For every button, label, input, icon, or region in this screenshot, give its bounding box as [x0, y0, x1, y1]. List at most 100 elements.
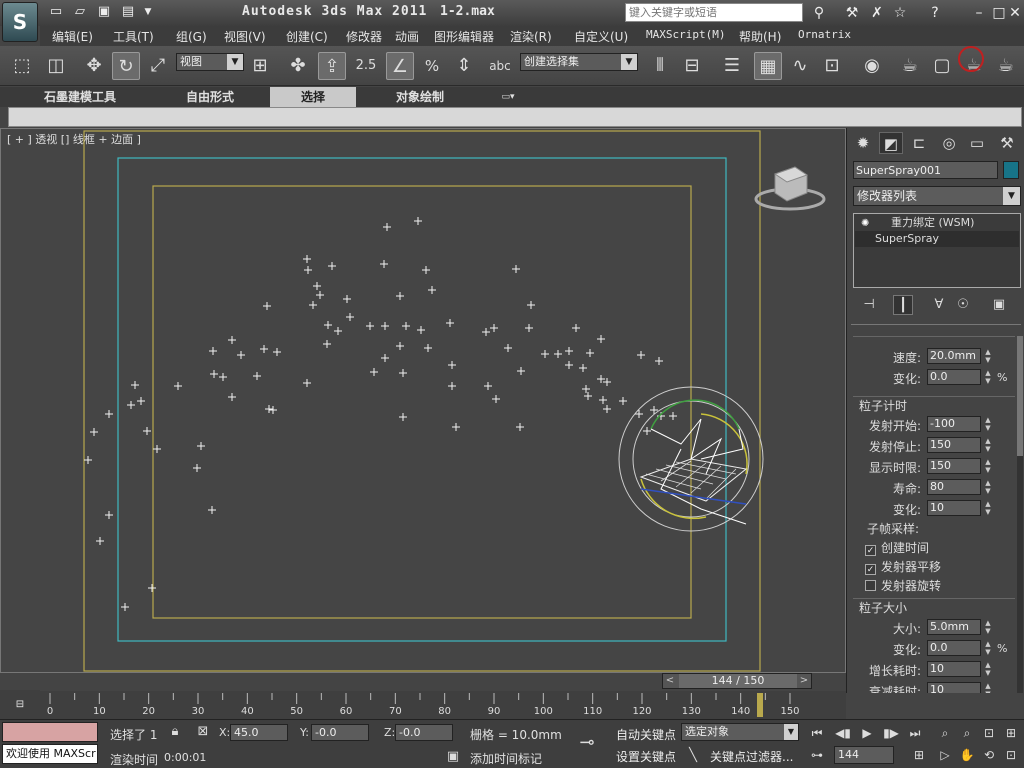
- motion-tab-icon[interactable]: ◎: [937, 132, 961, 154]
- object-name-field[interactable]: [853, 161, 998, 179]
- go-to-end-icon[interactable]: ⏭: [906, 724, 924, 742]
- spinner-arrows-icon[interactable]: ▲▼: [983, 661, 993, 677]
- minimize-icon[interactable]: –: [970, 4, 988, 22]
- maximize-viewport-icon[interactable]: ⊡: [1002, 746, 1020, 764]
- set-key-button[interactable]: 设置关键点: [616, 748, 676, 765]
- tab-selection[interactable]: 选择: [270, 87, 356, 107]
- spinner-arrows-icon[interactable]: ▲▼: [983, 500, 993, 516]
- life-field[interactable]: 80: [927, 479, 981, 495]
- maxscript-listener-output[interactable]: [2, 722, 98, 742]
- orbit-icon[interactable]: ⟲: [980, 746, 998, 764]
- layer-manager-icon[interactable]: ☰: [718, 52, 746, 80]
- current-frame-field[interactable]: 144: [834, 746, 894, 764]
- project-folder-icon[interactable]: ▤: [120, 5, 136, 19]
- menu-tools[interactable]: 工具(T): [113, 28, 154, 45]
- z-coordinate-field[interactable]: -0.0: [395, 724, 453, 741]
- favorites-star-icon[interactable]: ☆: [891, 4, 909, 22]
- utilities-tab-icon[interactable]: ⚒: [995, 132, 1019, 154]
- curve-editor-icon[interactable]: ∿: [786, 52, 814, 80]
- select-rotate-icon[interactable]: ↻: [112, 52, 140, 80]
- keyboard-shortcut-override-icon[interactable]: ⇪: [318, 52, 346, 80]
- render-setup-icon[interactable]: ☕: [896, 52, 924, 80]
- new-file-icon[interactable]: ▭: [48, 5, 64, 19]
- tab-graphite-modeling[interactable]: 石墨建模工具: [20, 87, 140, 107]
- absolute-mode-icon[interactable]: ⊠: [194, 723, 212, 741]
- ribbon-options-icon[interactable]: ▭▾: [496, 87, 520, 107]
- lock-selection-icon[interactable]: 🔒︎: [166, 723, 184, 741]
- menu-maxscript[interactable]: MAXScript(M): [646, 28, 725, 41]
- time-slider-value[interactable]: 144 / 150: [679, 674, 797, 688]
- stack-item-superspray[interactable]: SuperSpray: [855, 231, 1019, 247]
- menu-customize[interactable]: 自定义(U): [574, 28, 628, 45]
- save-file-icon[interactable]: ▣: [96, 5, 112, 19]
- configure-sets-icon[interactable]: ▣: [989, 295, 1009, 315]
- help-icon[interactable]: ?: [926, 4, 944, 22]
- binoculars-icon[interactable]: ⚲: [810, 4, 828, 22]
- life-variation-field[interactable]: 10: [927, 500, 981, 516]
- tab-object-paint[interactable]: 对象绘制: [370, 87, 470, 107]
- next-key-icon[interactable]: ▮▶: [882, 724, 900, 742]
- current-frame-marker[interactable]: [757, 693, 764, 717]
- size-field[interactable]: 5.0mm: [927, 619, 981, 635]
- y-coordinate-field[interactable]: -0.0: [311, 724, 369, 741]
- select-manipulate-icon[interactable]: ✤: [284, 52, 312, 80]
- pan-view-icon[interactable]: ✋: [958, 746, 976, 764]
- zoom-all-icon[interactable]: ⌕: [958, 724, 976, 742]
- previous-key-icon[interactable]: ◀▮: [834, 724, 852, 742]
- menu-rendering[interactable]: 渲染(R): [510, 28, 552, 45]
- select-object-icon[interactable]: ⬚: [8, 52, 36, 80]
- modify-tab-icon[interactable]: ◩: [879, 132, 903, 154]
- time-tag-icon[interactable]: ▣: [444, 748, 462, 766]
- spinner-arrows-icon[interactable]: ▲▼: [983, 619, 993, 635]
- maxscript-mini-listener[interactable]: 欢迎使用 MAXScr: [2, 744, 98, 764]
- spinner-arrows-icon[interactable]: ▲▼: [983, 458, 993, 474]
- named-selection-dropdown[interactable]: 创建选择集 ▼: [520, 53, 638, 71]
- particle-size-title[interactable]: 粒子大小: [859, 599, 907, 616]
- emit-start-field[interactable]: -100: [927, 416, 981, 432]
- close-icon[interactable]: ✕: [1006, 4, 1024, 22]
- creation-time-checkbox[interactable]: ✓ 创建时间: [865, 539, 929, 556]
- reference-coordinate-dropdown[interactable]: 视图 ▼: [176, 53, 244, 71]
- graphite-toggle-icon[interactable]: ▦: [754, 52, 782, 80]
- select-move-icon[interactable]: ✥: [80, 52, 108, 80]
- time-configuration-icon[interactable]: ⊞: [910, 746, 928, 764]
- mini-curve-editor-icon[interactable]: ⊟: [0, 690, 40, 720]
- play-icon[interactable]: ▶: [858, 724, 876, 742]
- lightbulb-icon[interactable]: ✺: [861, 216, 875, 232]
- command-panel-scrollbar[interactable]: [1017, 336, 1023, 693]
- field-of-view-icon[interactable]: ▷: [936, 746, 954, 764]
- go-to-start-icon[interactable]: ⏮: [808, 724, 826, 742]
- zoom-icon[interactable]: ⌕: [936, 724, 954, 742]
- menu-animation[interactable]: 动画: [395, 28, 419, 45]
- snaps-toggle-icon[interactable]: 2.5: [352, 52, 380, 80]
- emitter-rotation-checkbox[interactable]: 发射器旋转: [865, 577, 941, 594]
- tab-freeform[interactable]: 自由形式: [150, 87, 270, 107]
- zoom-extents-all-icon[interactable]: ⊞: [1002, 724, 1020, 742]
- add-time-tag[interactable]: 添加时间标记: [470, 750, 542, 767]
- menu-edit[interactable]: 编辑(E): [52, 28, 93, 45]
- subscription-icon[interactable]: ⚒: [843, 4, 861, 22]
- spinner-arrows-icon[interactable]: ▲▼: [983, 479, 993, 495]
- material-editor-icon[interactable]: ◉: [858, 52, 886, 80]
- speed-variation-field[interactable]: 0.0: [927, 369, 981, 385]
- menu-modifiers[interactable]: 修改器: [346, 28, 382, 45]
- edit-named-selection-icon[interactable]: abc: [486, 52, 514, 80]
- display-tab-icon[interactable]: ▭: [965, 132, 989, 154]
- particle-timing-title[interactable]: 粒子计时: [859, 397, 907, 414]
- viewcube-icon[interactable]: [754, 166, 826, 211]
- pivot-center-icon[interactable]: ⊞: [246, 52, 274, 80]
- menu-graph-editors[interactable]: 图形编辑器: [434, 28, 494, 45]
- app-logo-button[interactable]: S: [2, 2, 38, 42]
- create-tab-icon[interactable]: ✹: [851, 132, 875, 154]
- auto-key-button[interactable]: 自动关键点: [616, 726, 676, 743]
- perspective-viewport[interactable]: [ + ] 透视 [] 线框 + 边面 ]: [0, 128, 846, 673]
- align-icon[interactable]: ⊟: [678, 52, 706, 80]
- menu-group[interactable]: 组(G): [176, 28, 207, 45]
- modifier-list-dropdown[interactable]: 修改器列表 ▼: [853, 186, 1021, 206]
- quick-access-dropdown-icon[interactable]: ▼: [140, 5, 156, 19]
- schematic-view-icon[interactable]: ⊡: [818, 52, 846, 80]
- grow-for-field[interactable]: 10: [927, 661, 981, 677]
- search-input[interactable]: [625, 3, 803, 22]
- fade-for-field[interactable]: 10: [927, 682, 981, 693]
- spinner-arrows-icon[interactable]: ▲▼: [983, 416, 993, 432]
